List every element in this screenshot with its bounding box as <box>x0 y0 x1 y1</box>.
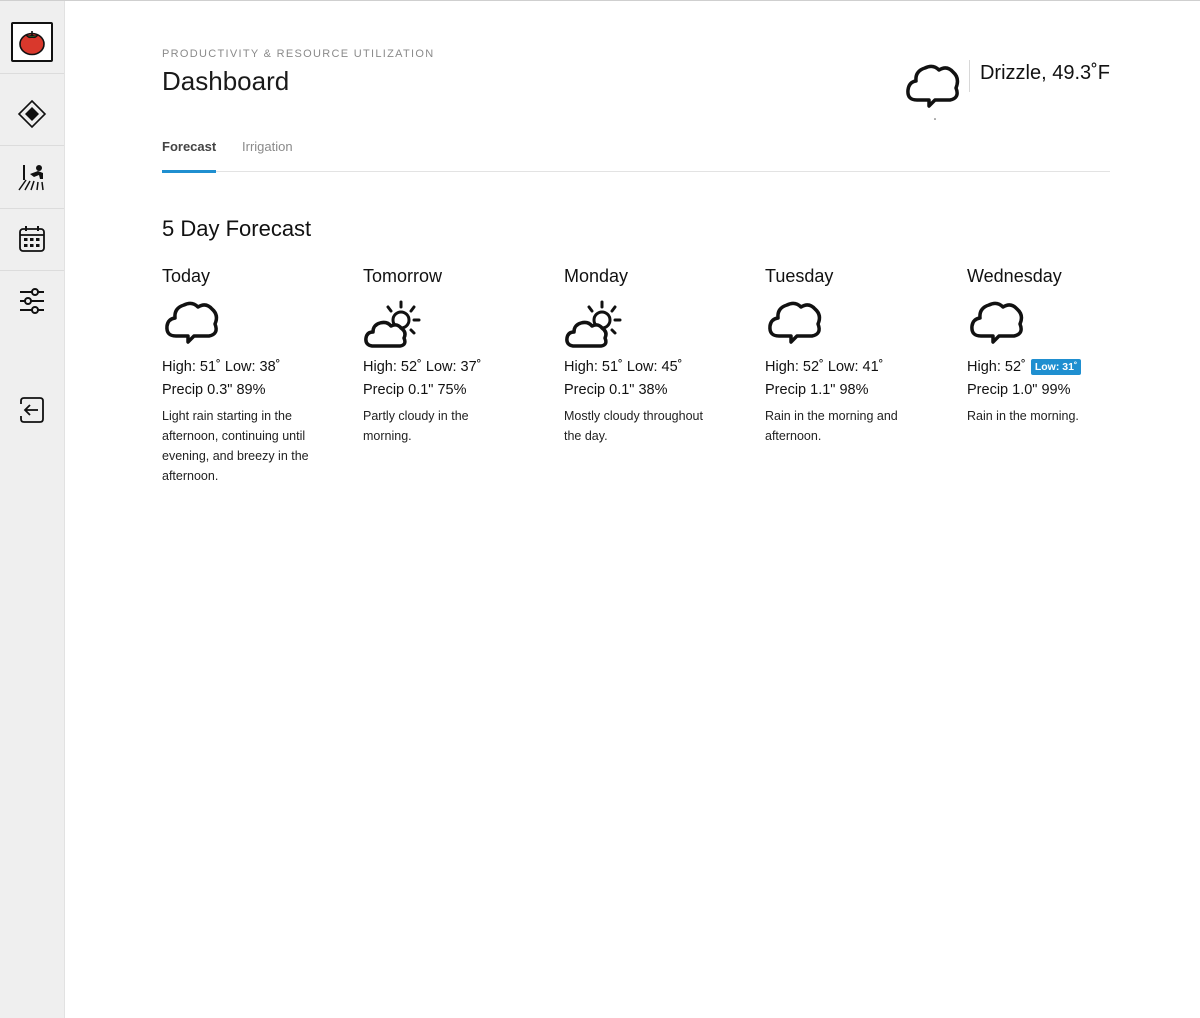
day-temps: High: 52˚ Low: 37˚ <box>363 356 513 378</box>
partly-cloudy-icon <box>565 300 622 348</box>
forecast-day-tomorrow: Tomorrow High: 52˚ Low: 37˚ Precip 0.1" … <box>363 266 513 446</box>
tab-bar: Forecast Irrigation <box>162 129 1110 173</box>
day-low: Low: 45˚ <box>626 359 683 375</box>
day-name: Monday <box>564 266 629 286</box>
cloud-rain-icon <box>768 301 822 344</box>
forecast-section-title: 5 Day Forecast <box>162 216 312 241</box>
day-name: Wednesday <box>967 266 1062 286</box>
forecast-day-monday: Monday High: 51˚ Low: 45˚ Precip 0.1" 38… <box>564 266 714 446</box>
day-low: Low: 38˚ <box>224 359 281 375</box>
day-temps: High: 51˚ Low: 45˚ <box>564 356 714 378</box>
day-name: Today <box>162 266 211 286</box>
tab-irrigation[interactable]: Irrigation <box>242 139 293 170</box>
day-description: Partly cloudy in the morning. <box>363 409 469 443</box>
day-high: High: 52˚ <box>363 359 422 375</box>
day-temps: High: 52˚ Low: 31˚ <box>967 356 1117 378</box>
low-temp-badge: Low: 31˚ <box>1030 359 1082 375</box>
tomato-logo-icon <box>19 31 45 56</box>
forecast-days: Today High: 51˚ Low: 38˚ Precip 0.3" 89%… <box>162 266 1110 506</box>
current-weather-text: Drizzle, 49.3˚F <box>979 62 1110 84</box>
day-description: Rain in the morning. <box>967 409 1079 423</box>
day-high: High: 52˚ <box>765 359 824 375</box>
day-temps: High: 52˚ Low: 41˚ <box>765 356 915 378</box>
sidebar-item-settings[interactable] <box>0 270 64 332</box>
cloud-rain-icon <box>906 64 960 120</box>
day-name: Tomorrow <box>363 266 443 286</box>
farmer-field-icon <box>18 165 44 191</box>
day-precip: Precip 1.0" 99% <box>967 382 1071 398</box>
tab-forecast[interactable]: Forecast <box>162 139 217 173</box>
day-high: High: 51˚ <box>564 359 623 375</box>
page-eyebrow: PRODUCTIVITY & RESOURCE UTILIZATION <box>162 48 435 60</box>
forecast-day-tuesday: Tuesday High: 52˚ Low: 41˚ Precip 1.1" 9… <box>765 266 915 446</box>
day-description: Rain in the morning and afternoon. <box>765 409 898 443</box>
day-description: Mostly cloudy throughout the day. <box>564 409 703 443</box>
logout-button[interactable] <box>0 379 64 441</box>
day-high: High: 52˚ <box>967 359 1026 375</box>
sidebar-item-field[interactable] <box>0 146 64 209</box>
day-precip: Precip 0.3" 89% <box>162 382 266 398</box>
forecast-day-wednesday: Wednesday High: 52˚ Low: 31˚ Precip 1.0" … <box>967 266 1117 426</box>
current-weather: Drizzle, 49.3˚F <box>905 56 1110 122</box>
sidebar-item-navigation[interactable] <box>0 83 64 146</box>
day-description: Light rain starting in the afternoon, co… <box>162 409 309 483</box>
sidebar <box>0 1 65 1018</box>
cloud-rain-icon <box>165 301 219 344</box>
sidebar-item-home[interactable] <box>0 11 64 74</box>
page-title: Dashboard <box>162 66 290 96</box>
current-weather-divider <box>968 60 970 92</box>
forecast-day-today: Today High: 51˚ Low: 38˚ Precip 0.3" 89%… <box>162 266 312 486</box>
day-precip: Precip 1.1" 98% <box>765 382 869 398</box>
day-low: Low: 41˚ <box>827 359 884 375</box>
day-name: Tuesday <box>765 266 834 286</box>
day-temps: High: 51˚ Low: 38˚ <box>162 356 312 378</box>
calendar-icon <box>19 226 45 252</box>
day-precip: Precip 0.1" 75% <box>363 382 467 398</box>
cloud-rain-icon <box>970 301 1024 344</box>
day-high: High: 51˚ <box>162 359 221 375</box>
sliders-icon <box>20 288 44 314</box>
sidebar-item-calendar[interactable] <box>0 208 64 271</box>
partly-cloudy-icon <box>364 300 421 348</box>
diamond-navigation-icon <box>17 99 47 129</box>
logo <box>11 22 53 62</box>
logout-icon <box>20 397 44 423</box>
day-low: Low: 37˚ <box>425 359 482 375</box>
day-precip: Precip 0.1" 38% <box>564 382 668 398</box>
app-window: PRODUCTIVITY & RESOURCE UTILIZATION Dash… <box>0 0 1200 1018</box>
